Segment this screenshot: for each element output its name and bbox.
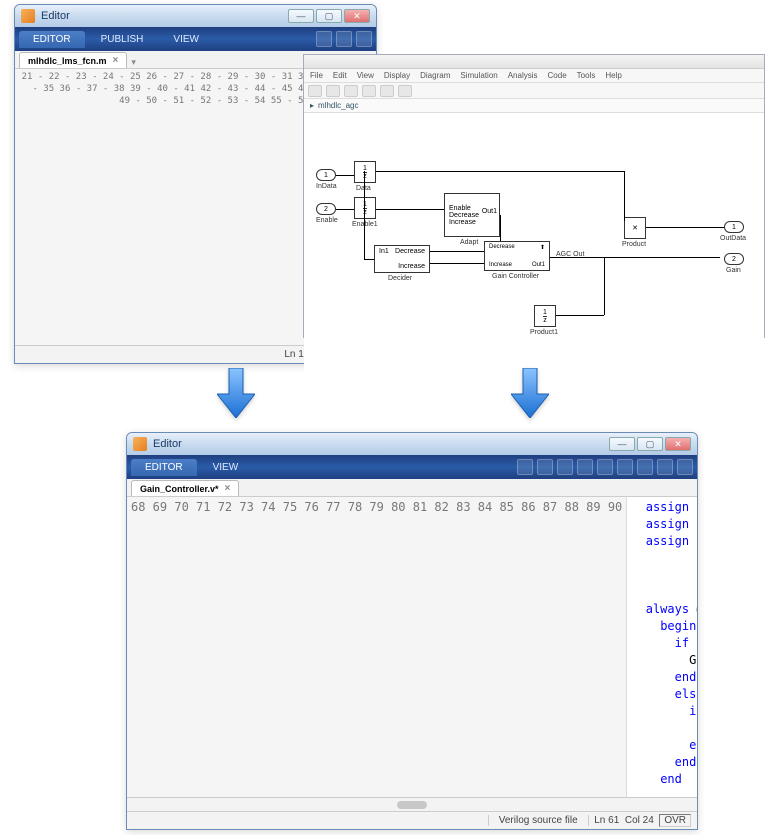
- code-text[interactable]: assign Sum_add_cast_1 = {Switch2_out1[7]…: [627, 497, 697, 797]
- close-icon[interactable]: ×: [113, 55, 119, 66]
- close-icon[interactable]: ×: [225, 483, 231, 494]
- horizontal-scrollbar[interactable]: [127, 797, 697, 811]
- label-decider: Decider: [388, 275, 412, 282]
- toolstrip: EDITOR PUBLISH VIEW: [15, 27, 376, 51]
- menu-file[interactable]: File: [310, 71, 323, 80]
- delay-block-2[interactable]: 1z: [354, 197, 376, 219]
- tab-view[interactable]: VIEW: [199, 459, 253, 476]
- col-label: Col: [625, 815, 640, 826]
- tab-view[interactable]: VIEW: [159, 31, 213, 48]
- document-tab-label: mlhdlc_lms_fcn.m: [28, 56, 107, 66]
- outport-gain[interactable]: 2: [724, 253, 744, 265]
- menu-view[interactable]: View: [357, 71, 374, 80]
- tab-editor[interactable]: EDITOR: [131, 459, 197, 476]
- tool-icon[interactable]: [577, 459, 593, 475]
- delay-block[interactable]: 1z: [354, 161, 376, 183]
- decider-block[interactable]: In1Decrease Increase: [374, 245, 430, 273]
- document-tab[interactable]: mlhdlc_lms_fcn.m ×: [19, 52, 127, 68]
- menu-simulation[interactable]: Simulation: [460, 71, 497, 80]
- label-gain: Gain: [726, 267, 741, 274]
- label-enable: Enable: [316, 217, 338, 224]
- code-area[interactable]: 68 69 70 71 72 73 74 75 76 77 78 79 80 8…: [127, 497, 697, 797]
- titlebar[interactable]: Editor — ▢ ✕: [15, 5, 376, 27]
- titlebar[interactable]: Editor — ▢ ✕: [127, 433, 697, 455]
- dropdown-icon[interactable]: [677, 459, 693, 475]
- tab-editor[interactable]: EDITOR: [19, 31, 85, 48]
- menu-tools[interactable]: Tools: [577, 71, 596, 80]
- ln-value: 61: [608, 815, 619, 826]
- tool-icon[interactable]: [617, 459, 633, 475]
- label-adapt: Adapt: [460, 239, 478, 246]
- product1-block[interactable]: 1z: [534, 305, 556, 327]
- product-block[interactable]: ✕: [624, 217, 646, 239]
- menu-display[interactable]: Display: [384, 71, 410, 80]
- bookmark-icon[interactable]: [537, 459, 553, 475]
- col-value: 24: [643, 815, 654, 826]
- gain-controller-block[interactable]: Decrease⬆ IncreaseOut1: [484, 241, 550, 271]
- arrow-down-icon: [216, 368, 256, 418]
- inport-enable[interactable]: 2: [316, 203, 336, 215]
- print-icon[interactable]: [637, 459, 653, 475]
- label-gaincontroller: Gain Controller: [492, 273, 539, 280]
- document-tabs: Gain_Controller.v* ×: [127, 479, 697, 497]
- app-icon: [133, 437, 147, 451]
- label-product1: Product1: [530, 329, 558, 336]
- menu-code[interactable]: Code: [548, 71, 567, 80]
- close-button[interactable]: ✕: [344, 9, 370, 23]
- toolbar-dropdown-icon[interactable]: [356, 31, 372, 47]
- toolbar-icon[interactable]: [326, 85, 340, 97]
- label-outdata: OutData: [720, 235, 746, 242]
- simulink-toolbar: [304, 83, 764, 99]
- ln-label: Ln: [594, 815, 605, 826]
- window-title: Editor: [41, 10, 70, 22]
- window-title: Editor: [153, 438, 182, 450]
- ln-value: 1: [298, 349, 304, 360]
- simulink-window: File Edit View Display Diagram Simulatio…: [303, 54, 765, 338]
- outport-outdata[interactable]: 1: [724, 221, 744, 233]
- simulink-canvas[interactable]: 1 InData 2 Enable 1z Data 1z Enable1 Ena…: [304, 113, 764, 373]
- toolbar-icon[interactable]: [308, 85, 322, 97]
- maximize-button[interactable]: ▢: [316, 9, 342, 23]
- simulink-titlebar[interactable]: [304, 55, 764, 69]
- document-tab-label: Gain_Controller.v*: [140, 484, 219, 494]
- arrow-down-icon: [510, 368, 550, 418]
- simulink-menu[interactable]: File Edit View Display Diagram Simulatio…: [304, 69, 764, 83]
- tool-icon[interactable]: [597, 459, 613, 475]
- canvas-tab-label: mlhdlc_agc: [318, 101, 358, 110]
- document-tab[interactable]: Gain_Controller.v* ×: [131, 480, 239, 496]
- toolstrip: EDITOR VIEW: [127, 455, 697, 479]
- toolbar-icon[interactable]: [362, 85, 376, 97]
- ln-label: Ln: [284, 349, 295, 360]
- toolbar-icon[interactable]: [336, 31, 352, 47]
- help-icon[interactable]: [657, 459, 673, 475]
- menu-help[interactable]: Help: [605, 71, 621, 80]
- inport-indata[interactable]: 1: [316, 169, 336, 181]
- menu-diagram[interactable]: Diagram: [420, 71, 450, 80]
- line-gutter: 68 69 70 71 72 73 74 75 76 77 78 79 80 8…: [127, 497, 627, 797]
- dropdown-icon[interactable]: ▾: [131, 57, 136, 68]
- adapt-block[interactable]: Enable Decrease Out1 Increase: [444, 193, 500, 237]
- tab-publish[interactable]: PUBLISH: [87, 31, 158, 48]
- menu-edit[interactable]: Edit: [333, 71, 347, 80]
- ovr-label: OVR: [659, 814, 691, 827]
- toolbar-icon[interactable]: [398, 85, 412, 97]
- maximize-button[interactable]: ▢: [637, 437, 663, 451]
- minimize-button[interactable]: —: [288, 9, 314, 23]
- app-icon: [21, 9, 35, 23]
- canvas-breadcrumb[interactable]: ▸ mlhdlc_agc: [304, 99, 764, 113]
- toolbar-icon[interactable]: [380, 85, 394, 97]
- label-indata: InData: [316, 183, 337, 190]
- tool-icon[interactable]: [557, 459, 573, 475]
- toolbar-icon[interactable]: [316, 31, 332, 47]
- menu-analysis[interactable]: Analysis: [508, 71, 538, 80]
- find-icon[interactable]: [517, 459, 533, 475]
- label-product: Product: [622, 241, 646, 248]
- toolbar-icon[interactable]: [344, 85, 358, 97]
- statusbar: Verilog source file Ln 61 Col 24 OVR: [127, 811, 697, 829]
- close-button[interactable]: ✕: [665, 437, 691, 451]
- filetype-label: Verilog source file: [488, 815, 589, 826]
- verilog-editor: Editor — ▢ ✕ EDITOR VIEW Gain_Controller…: [126, 432, 698, 830]
- minimize-button[interactable]: —: [609, 437, 635, 451]
